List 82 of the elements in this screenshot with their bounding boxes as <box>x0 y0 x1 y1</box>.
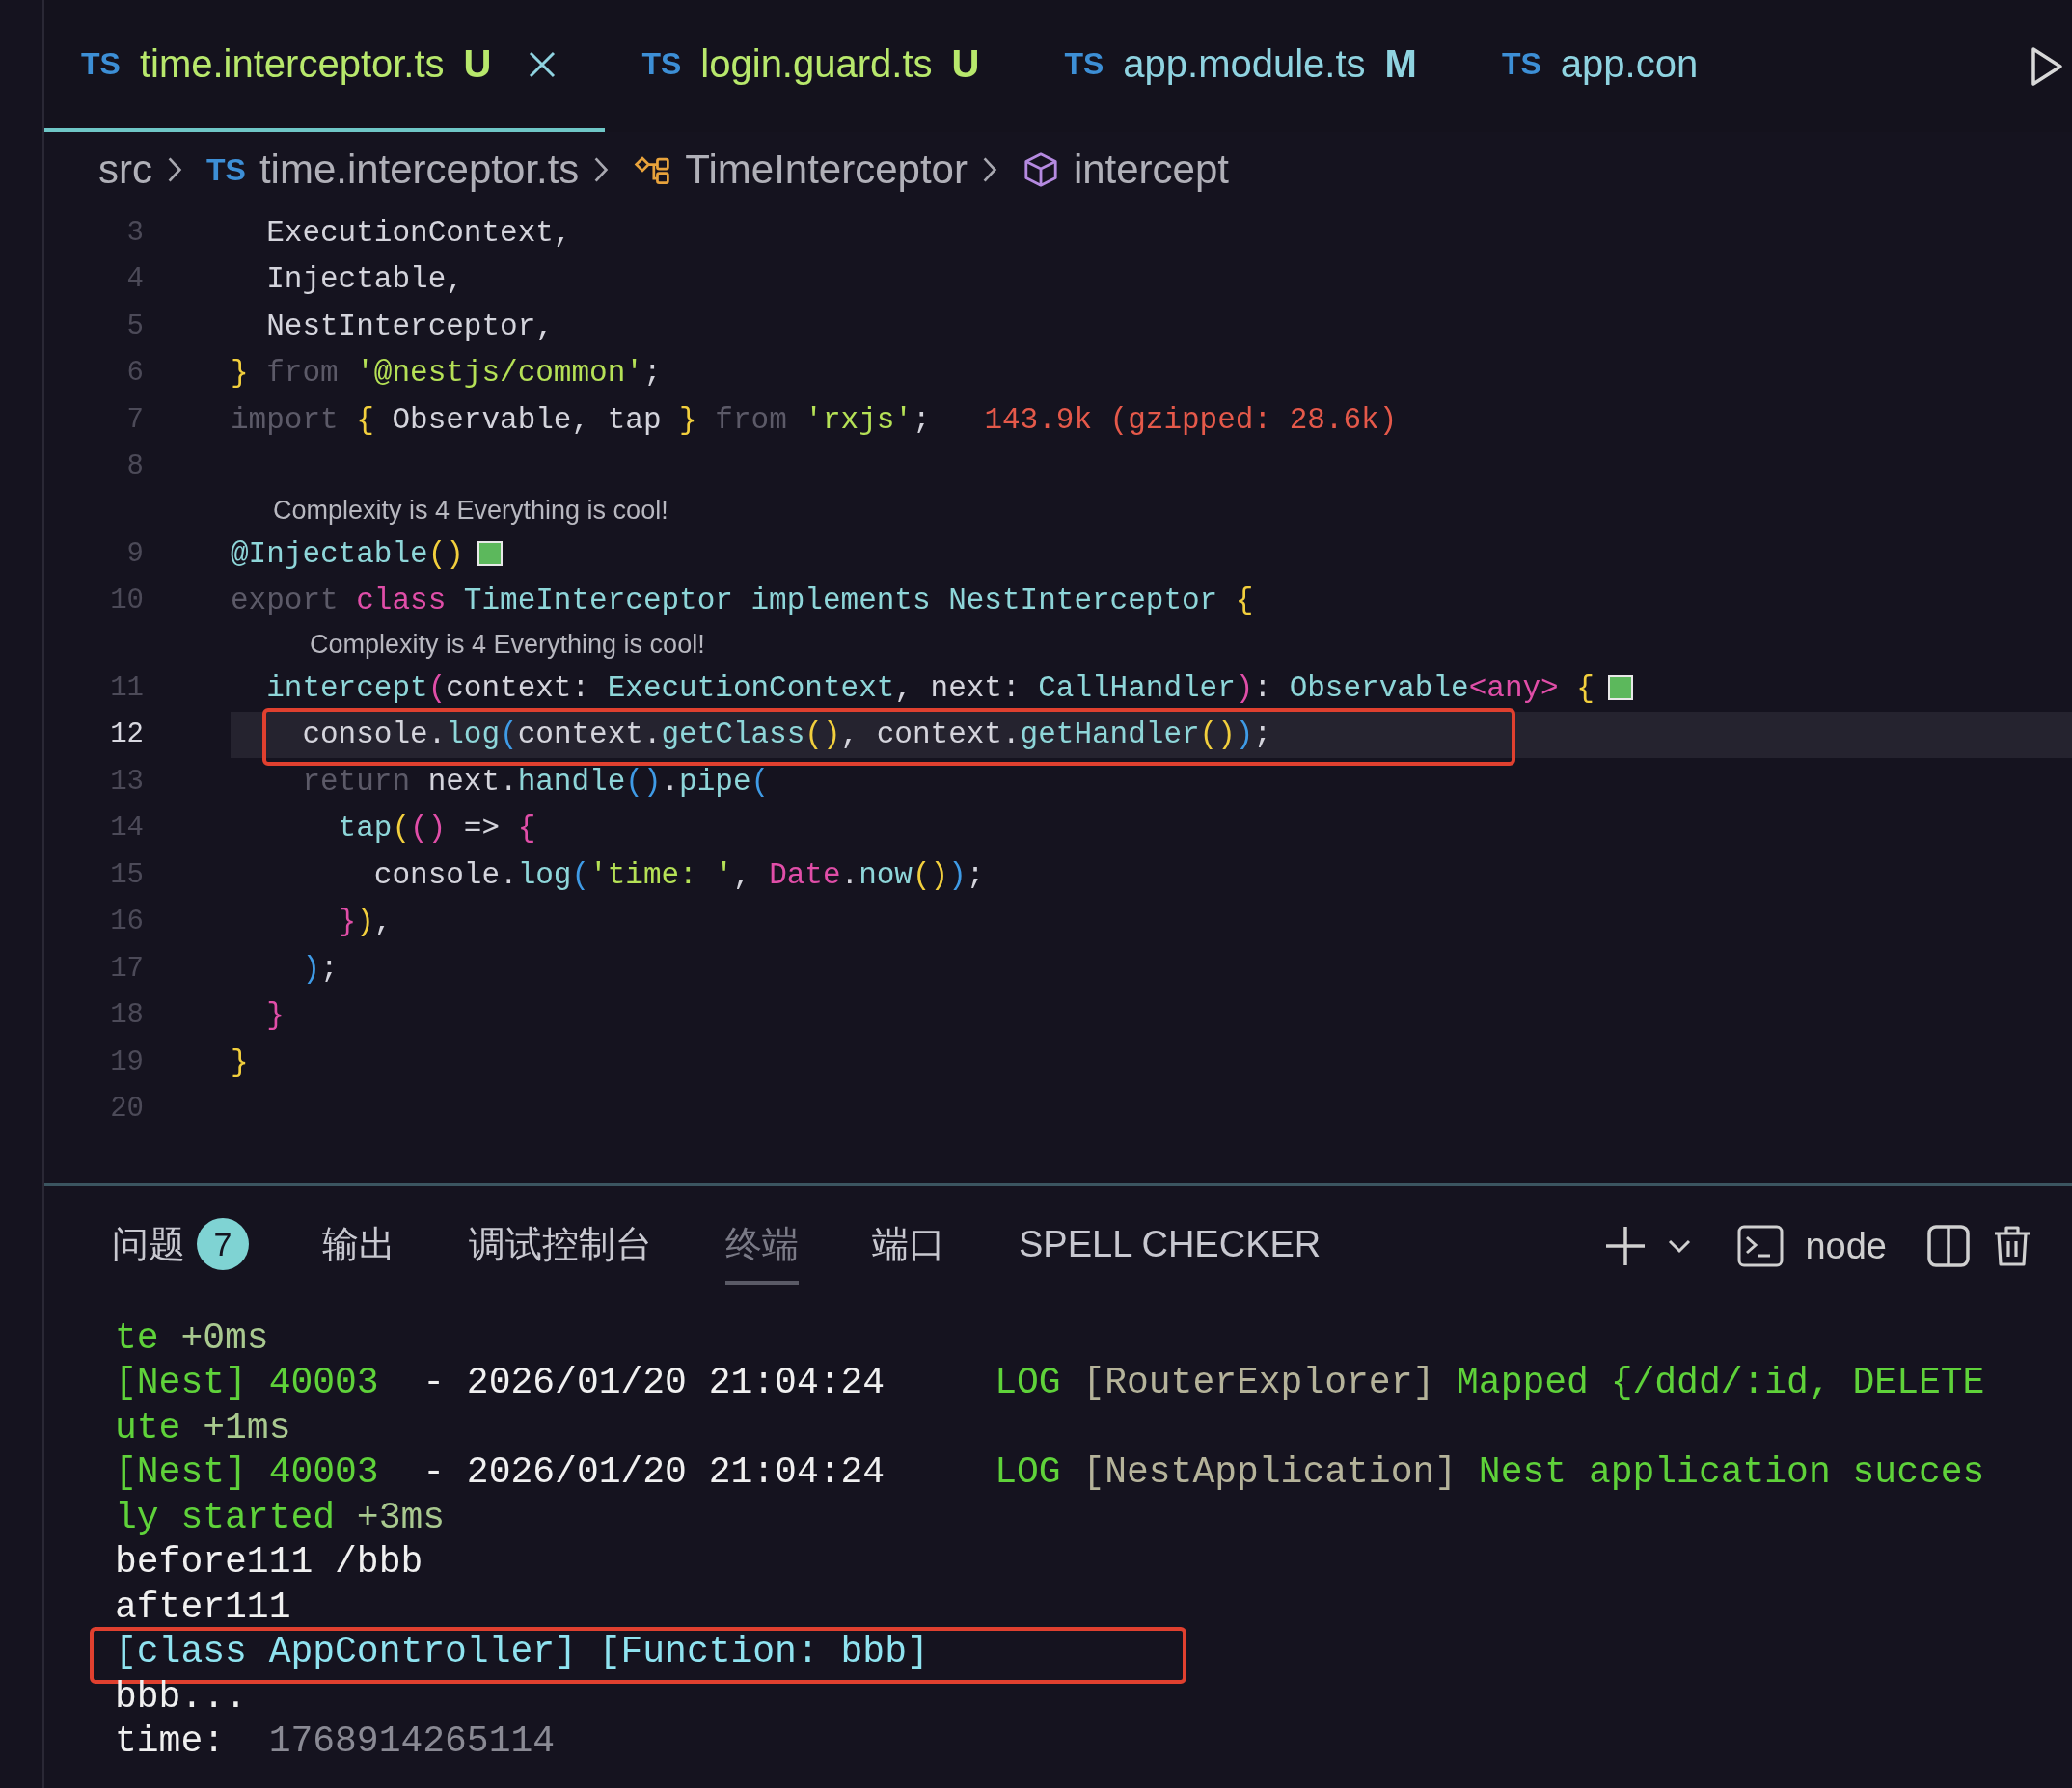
editor-tab[interactable]: TS login.guard.ts U <box>605 0 1028 132</box>
code-line: ExecutionContext, <box>265 215 572 250</box>
code-line: tap(() => { <box>337 811 536 846</box>
code-line: @Injectable() <box>231 536 464 571</box>
terminal-output-line: te +0ms <box>115 1316 269 1359</box>
line-number: 10 <box>109 584 144 617</box>
code-line: export class TimeInterceptor implements NestInterceptor { <box>231 583 1254 618</box>
code-line: Injectable, <box>265 262 464 297</box>
line-number: 18 <box>109 999 144 1032</box>
panel-tab[interactable]: 问题 7 <box>112 1206 249 1286</box>
editor-tab[interactable]: TS time.interceptor.ts U <box>44 0 606 132</box>
line-number: 11 <box>109 671 144 704</box>
line-number: 7 <box>125 403 144 436</box>
line-number: 4 <box>125 263 144 296</box>
code-line: NestInterceptor, <box>265 309 554 343</box>
line-number: 12 <box>109 718 144 751</box>
code-line: ); <box>301 951 339 986</box>
plus-icon[interactable] <box>1604 1225 1648 1267</box>
code-line: intercept(context: ExecutionContext, next: CallHandler): Observable<any> { <box>265 670 1595 705</box>
panel-tab[interactable]: 调试控制台 <box>469 1207 652 1285</box>
panel-tab[interactable]: SPELL CHECKER <box>1019 1211 1322 1281</box>
panel-tab[interactable]: 输出 <box>322 1207 395 1285</box>
terminal-output-line: after111 <box>115 1585 291 1628</box>
tab-label: app.con <box>1560 42 1699 86</box>
panel-tab[interactable]: 端口 <box>872 1207 945 1285</box>
code-line: } <box>265 998 285 1033</box>
typescript-file-icon: TS <box>1501 46 1541 82</box>
panel-tab[interactable]: 终端 <box>725 1207 799 1285</box>
chevron-right-icon <box>592 154 611 185</box>
line-number: 19 <box>109 1045 144 1078</box>
code-line: } <box>231 1044 249 1079</box>
line-number: 8 <box>125 450 144 483</box>
line-number: 15 <box>109 858 144 891</box>
breadcrumb-item[interactable]: time.interceptor.ts <box>259 147 580 193</box>
terminal-name[interactable]: node <box>1805 1225 1887 1267</box>
terminal-output-line: ly started +3ms <box>115 1496 446 1538</box>
typescript-file-icon: TS <box>1064 46 1104 82</box>
close-icon[interactable] <box>528 49 558 79</box>
typescript-file-icon: TS <box>206 151 246 188</box>
code-line: console.log('time: ', Date.now()); <box>372 857 985 892</box>
tab-label: app.module.ts <box>1123 42 1366 86</box>
git-status-letter: U <box>463 42 492 86</box>
tab-label: time.interceptor.ts <box>139 42 445 86</box>
line-number: 14 <box>109 812 144 845</box>
count-badge: 7 <box>197 1218 249 1270</box>
terminal-icon[interactable] <box>1737 1225 1785 1267</box>
terminal-output-line: [Nest] 40003 - 2026/01/20 21:04:24 LOG [RouterExplorer] Mapped {/ddd/:id, DELETE <box>115 1362 1985 1404</box>
line-number: 5 <box>125 310 144 342</box>
code-line: }), <box>337 905 393 939</box>
line-number: 6 <box>125 357 144 390</box>
line-number: 17 <box>109 952 144 985</box>
code-line: return next.handle().pipe( <box>301 764 770 799</box>
line-number: 9 <box>125 537 144 570</box>
terminal-output-line: ute +1ms <box>115 1406 291 1449</box>
editor-tab[interactable]: TS app.module.ts M <box>1027 0 1465 132</box>
terminal-output-line: time: 1768914265114 <box>115 1720 556 1763</box>
breadcrumb-item[interactable]: intercept <box>1073 147 1229 193</box>
codelens-hint[interactable]: Complexity is 4 Everything is cool! <box>273 495 668 526</box>
git-status-letter: U <box>951 42 980 86</box>
codelens-hint[interactable]: Complexity is 4 Everything is cool! <box>273 629 705 660</box>
breadcrumb-item[interactable]: TimeInterceptor <box>685 147 968 193</box>
code-line: console.log(context.getClass(), context.getHandler()); <box>301 718 1272 752</box>
split-icon[interactable] <box>1927 1225 1970 1267</box>
code-line: } from '@nestjs/common'; <box>231 356 662 391</box>
terminal-output-line: [class AppController] [Function: bbb] <box>115 1631 929 1673</box>
line-number: 13 <box>109 765 144 798</box>
git-status-letter: M <box>1384 42 1417 86</box>
chevron-down-icon[interactable] <box>1668 1238 1692 1254</box>
terminal-output-line: [Nest] 40003 - 2026/01/20 21:04:24 LOG [NestApplication] Nest application succes <box>115 1451 1985 1494</box>
code-line: import { Observable, tap } from 'rxjs'; 143.9k (gzipped: 28.6k) <box>231 402 1398 437</box>
line-number: 20 <box>109 1093 144 1125</box>
breadcrumb-item[interactable]: src <box>98 147 152 193</box>
line-number: 3 <box>125 216 144 249</box>
terminal-output-line: bbb... <box>115 1675 247 1718</box>
run-icon[interactable] <box>2030 44 2064 88</box>
chevron-right-icon <box>166 154 183 185</box>
line-number: 16 <box>109 906 144 938</box>
editor-tab[interactable]: TS app.con <box>1464 0 1747 132</box>
terminal-output-line: before111 /bbb <box>115 1541 423 1584</box>
typescript-file-icon: TS <box>641 46 682 82</box>
typescript-file-icon: TS <box>81 46 121 82</box>
tab-label: login.guard.ts <box>700 42 933 86</box>
